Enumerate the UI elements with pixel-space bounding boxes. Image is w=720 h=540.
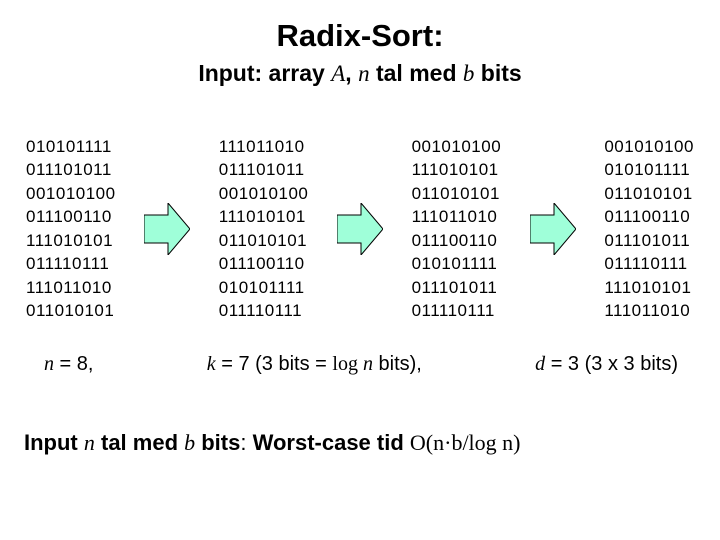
col-cell: 111011010 [26, 276, 116, 299]
col-cell: 010101111 [604, 158, 694, 181]
param-d: d = 3 (3 x 3 bits) [535, 353, 678, 376]
col-cell: 011110111 [412, 299, 502, 322]
col-cell: 011110111 [26, 252, 116, 275]
col-cell: 011010101 [219, 229, 309, 252]
col-cell: 010101111 [26, 135, 116, 158]
arrow-icon [144, 203, 190, 255]
subtitle-var-A: A [331, 61, 345, 86]
bottom-var-b: b [184, 430, 195, 455]
params-row: n = 8, k = 7 (3 bits = log n bits), d = … [24, 353, 696, 376]
bottom-colon: : [240, 430, 252, 455]
col-cell: 011100110 [219, 252, 309, 275]
param-k-rest1: = 7 (3 bits = [216, 353, 333, 375]
col-cell: 011010101 [412, 182, 502, 205]
col-cell: 010101111 [412, 252, 502, 275]
col-cell: 111010101 [219, 205, 309, 228]
bottom-pre: Input [24, 430, 84, 455]
col-cell: 011110111 [219, 299, 309, 322]
col-cell: 011100110 [604, 205, 694, 228]
col-cell: 001010100 [26, 182, 116, 205]
subtitle-var-n: n [358, 61, 370, 86]
bottom-label: Worst-case tid [253, 430, 410, 455]
col-cell: 111011010 [219, 135, 309, 158]
param-n-var: n [44, 353, 54, 375]
column-3: 001010100 111010101 011010101 111011010 … [412, 135, 502, 323]
slide-subtitle: Input: array A, n tal med b bits [24, 60, 696, 87]
col-cell: 001010100 [412, 135, 502, 158]
param-k-rest2: bits), [373, 353, 422, 375]
subtitle-pre: Input: array [198, 60, 331, 86]
subtitle-mid1: , [345, 60, 358, 86]
subtitle-post: bits [474, 60, 521, 86]
col-cell: 111011010 [604, 299, 694, 322]
col-cell: 011010101 [26, 299, 116, 322]
col-cell: 011010101 [604, 182, 694, 205]
col-cell: 010101111 [219, 276, 309, 299]
col-cell: 011101011 [26, 158, 116, 181]
param-k: k = 7 (3 bits = log n bits), [207, 353, 422, 376]
param-k-log: log [332, 353, 363, 375]
column-2: 111011010 011101011 001010100 111010101 … [219, 135, 309, 323]
param-d-rest: = 3 (3 x 3 bits) [545, 353, 678, 375]
col-cell: 011100110 [26, 205, 116, 228]
param-d-var: d [535, 353, 545, 375]
column-1: 010101111 011101011 001010100 011100110 … [26, 135, 116, 323]
col-cell: 111010101 [412, 158, 502, 181]
col-cell: 111010101 [26, 229, 116, 252]
param-n: n = 8, [44, 353, 93, 376]
col-cell: 111011010 [412, 205, 502, 228]
subtitle-mid2: tal med [370, 60, 463, 86]
bottom-var-n: n [84, 430, 95, 455]
param-k-nvar: n [363, 353, 373, 375]
bottom-mid2: bits [195, 430, 240, 455]
param-k-var: k [207, 353, 216, 375]
subtitle-var-b: b [463, 61, 475, 86]
col-cell: 001010100 [604, 135, 694, 158]
bottom-line: Input n tal med b bits: Worst-case tid O… [24, 430, 696, 456]
arrow-icon [337, 203, 383, 255]
columns-container: 010101111 011101011 001010100 011100110 … [24, 135, 696, 323]
col-cell: 011101011 [219, 158, 309, 181]
column-4: 001010100 010101111 011010101 011100110 … [604, 135, 694, 323]
col-cell: 011100110 [412, 229, 502, 252]
col-cell: 011101011 [604, 229, 694, 252]
col-cell: 111010101 [604, 276, 694, 299]
col-cell: 011101011 [412, 276, 502, 299]
col-cell: 001010100 [219, 182, 309, 205]
arrow-icon [530, 203, 576, 255]
param-n-rest: = 8, [54, 353, 93, 375]
bottom-mid1: tal med [95, 430, 184, 455]
slide-title: Radix-Sort: [24, 18, 696, 54]
bottom-math: O(n·b/log n) [410, 430, 521, 455]
col-cell: 011110111 [604, 252, 694, 275]
